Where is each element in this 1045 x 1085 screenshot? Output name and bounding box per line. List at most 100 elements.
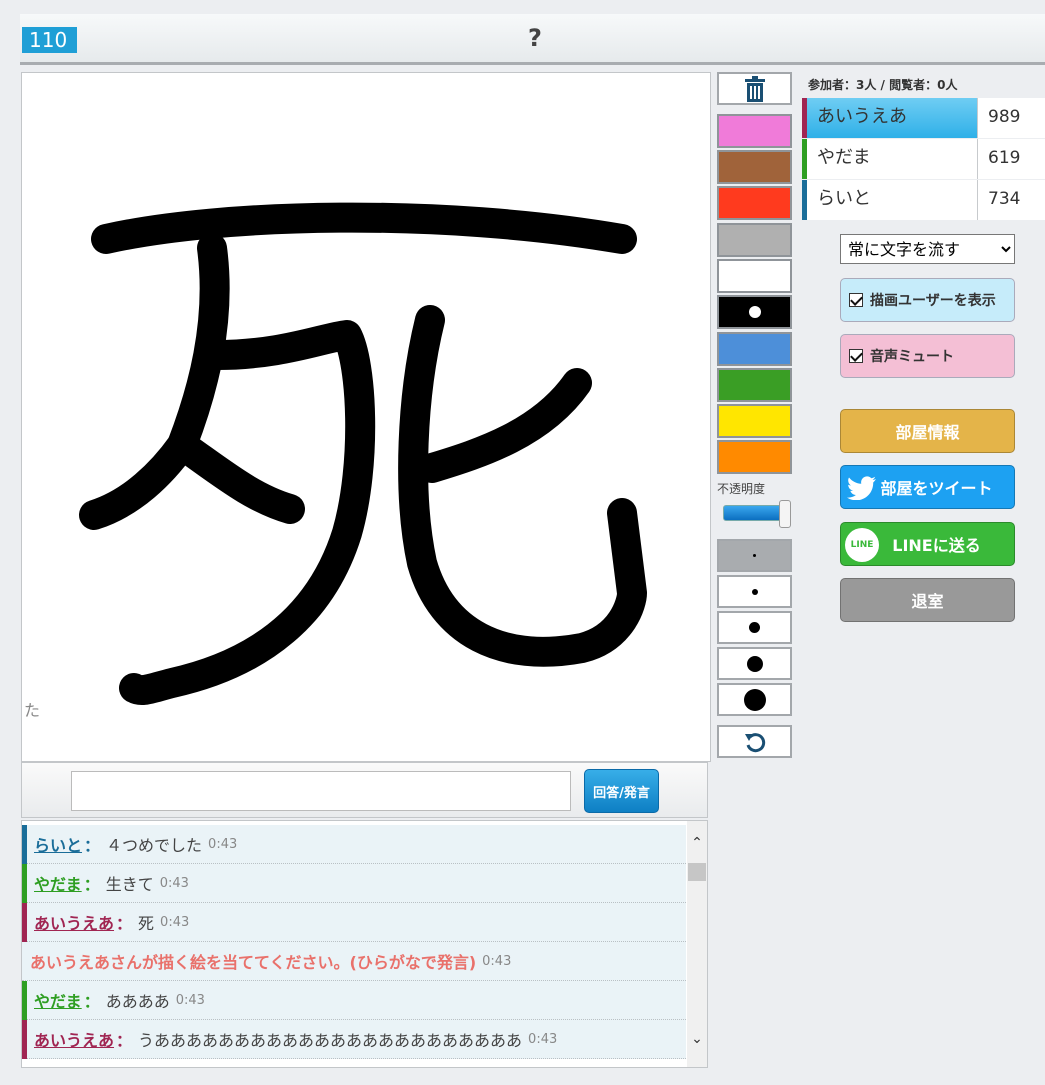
tweet-room-label: 部屋をツイート — [880, 479, 993, 498]
line-logo-icon: LINE — [845, 528, 879, 562]
brush-size-medium[interactable] — [717, 611, 792, 644]
color-swatch[interactable] — [717, 295, 792, 329]
color-swatch[interactable] — [717, 150, 792, 184]
stroke-diag — [167, 430, 305, 524]
chat-username-link[interactable]: やだま — [34, 871, 82, 895]
color-swatch[interactable] — [717, 114, 792, 148]
mute-label: 音声ミュート — [870, 349, 954, 365]
room-info-button[interactable]: 部屋情報 — [840, 409, 1015, 453]
player-score: 619 — [977, 139, 1045, 179]
chat-user-color-bar — [22, 825, 27, 864]
brush-size-xlarge[interactable] — [717, 683, 792, 716]
stroke-left-upper — [119, 320, 376, 706]
chat-timestamp: 0:43 — [208, 836, 238, 852]
player-row: あいうえあ 989 — [802, 98, 1045, 138]
chat-username-link[interactable]: らいと — [34, 832, 82, 856]
opacity-slider[interactable] — [723, 500, 791, 528]
color-swatch[interactable] — [717, 223, 792, 257]
drawer-name-overlay: た — [24, 701, 41, 720]
mute-toggle[interactable]: 音声ミュート — [840, 334, 1015, 378]
participant-counts: 参加者：3人 / 閲覧者：0人 — [808, 78, 958, 92]
chat-message: らいと： ４つめでした 0:43 — [22, 825, 686, 864]
answer-input[interactable] — [71, 771, 571, 811]
checkbox-checked-icon[interactable] — [849, 293, 863, 307]
drawing-canvas[interactable]: た — [21, 72, 711, 762]
show-drawer-toggle[interactable]: 描画ユーザーを表示 — [840, 278, 1015, 322]
color-swatch[interactable] — [717, 404, 792, 438]
chevron-up-icon[interactable]: ⌃ — [687, 835, 707, 855]
answer-submit-label: 回答/発言 — [593, 785, 650, 801]
undo-icon — [744, 732, 765, 752]
line-send-button[interactable]: LINE LINEに送る — [840, 522, 1015, 566]
chat-message-text: 死 — [138, 914, 155, 933]
room-info-label: 部屋情報 — [895, 423, 960, 442]
line-send-label: LINEに送る — [892, 536, 981, 555]
chat-user-color-bar — [22, 1020, 27, 1059]
checkbox-checked-icon[interactable] — [849, 349, 863, 363]
chat-message: あいうえあ： 死 0:43 — [22, 903, 686, 942]
chat-separator: ： — [83, 875, 100, 894]
chat-username-link[interactable]: あいうえあ — [34, 910, 114, 934]
chat-message: やだま： ああああ 0:43 — [22, 981, 686, 1020]
chevron-down-icon[interactable]: ⌄ — [687, 1031, 707, 1051]
clear-canvas-button[interactable] — [717, 72, 792, 105]
chat-separator: ： — [116, 1031, 133, 1050]
chat-log[interactable]: らいと： ４つめでした 0:43 やだま：生きて 0:43 あいうえあ：死 0:43 あいうえ… — [21, 820, 708, 1068]
answer-submit-button[interactable]: 回答/発言 — [584, 769, 659, 813]
color-swatch[interactable] — [717, 332, 792, 366]
trash-icon — [744, 75, 765, 102]
player-name: らいと — [807, 180, 977, 220]
player-score: 989 — [977, 98, 1045, 138]
chat-scrollbar[interactable]: ⌃ ⌄ — [687, 821, 707, 1067]
twitter-bird-icon — [847, 476, 876, 500]
brush-size-tiny[interactable] — [717, 539, 792, 572]
opacity-slider-thumb[interactable] — [779, 500, 791, 528]
color-swatch[interactable] — [717, 440, 792, 474]
player-name: やだま — [807, 139, 977, 179]
brush-size-large[interactable] — [717, 647, 792, 680]
chat-user-color-bar — [22, 981, 27, 1020]
color-swatch[interactable] — [717, 368, 792, 402]
selected-indicator-icon — [748, 306, 761, 318]
opacity-label: 不透明度 — [717, 482, 766, 496]
chat-username-link[interactable]: あいうえあ — [34, 1027, 114, 1051]
color-swatch[interactable] — [717, 259, 792, 293]
chat-scroll-thumb[interactable] — [688, 863, 706, 881]
top-bar: 110 ? — [20, 14, 1045, 65]
chat-timestamp: 0:43 — [175, 992, 205, 1008]
answer-bar: 回答/発言 — [21, 762, 708, 818]
color-swatch[interactable] — [717, 186, 792, 220]
brush-dot-icon — [746, 655, 763, 672]
chat-timestamp: 0:43 — [528, 1031, 558, 1047]
brush-size-small[interactable] — [717, 575, 792, 608]
brush-dot-icon — [749, 622, 760, 633]
exit-room-button[interactable]: 退室 — [840, 578, 1015, 622]
exit-room-label: 退室 — [911, 592, 944, 611]
player-row: らいと 734 — [802, 180, 1045, 220]
drawing-strokes — [79, 202, 647, 706]
chat-timestamp: 0:43 — [160, 914, 190, 930]
chat-username-link[interactable]: やだま — [34, 988, 82, 1012]
chat-user-color-bar — [22, 864, 27, 903]
chat-separator: ： — [83, 992, 100, 1011]
text-flow-select[interactable]: 常に文字を流す — [840, 234, 1015, 264]
brush-dot-icon — [743, 688, 766, 711]
chat-separator: ： — [84, 836, 101, 855]
stroke-right-vertical — [398, 305, 647, 667]
chat-message: あいうえあ： うあああああああああああああああああああああああ 0:43 — [22, 1020, 686, 1059]
opacity-slider-track[interactable] — [723, 505, 783, 521]
chat-timestamp: 0:43 — [482, 953, 512, 969]
show-drawer-label: 描画ユーザーを表示 — [870, 293, 996, 309]
tweet-room-button[interactable]: 部屋をツイート — [840, 465, 1015, 509]
chat-user-color-bar — [22, 903, 27, 942]
chat-message-text: ああああ — [105, 992, 170, 1011]
undo-button[interactable] — [717, 725, 792, 758]
chat-message-text: 生きて — [105, 875, 154, 894]
player-score: 734 — [977, 180, 1045, 220]
brush-dot-icon — [751, 588, 758, 595]
chat-message-text: うあああああああああああああああああああああああ — [138, 1031, 523, 1050]
timer-badge: 110 — [22, 27, 77, 53]
chat-message: あいうえあさんが描く絵を当ててください。(ひらがなで発言) 0:43 — [22, 942, 686, 981]
word-hint: ? — [528, 24, 542, 52]
chat-timestamp: 0:43 — [159, 875, 189, 891]
